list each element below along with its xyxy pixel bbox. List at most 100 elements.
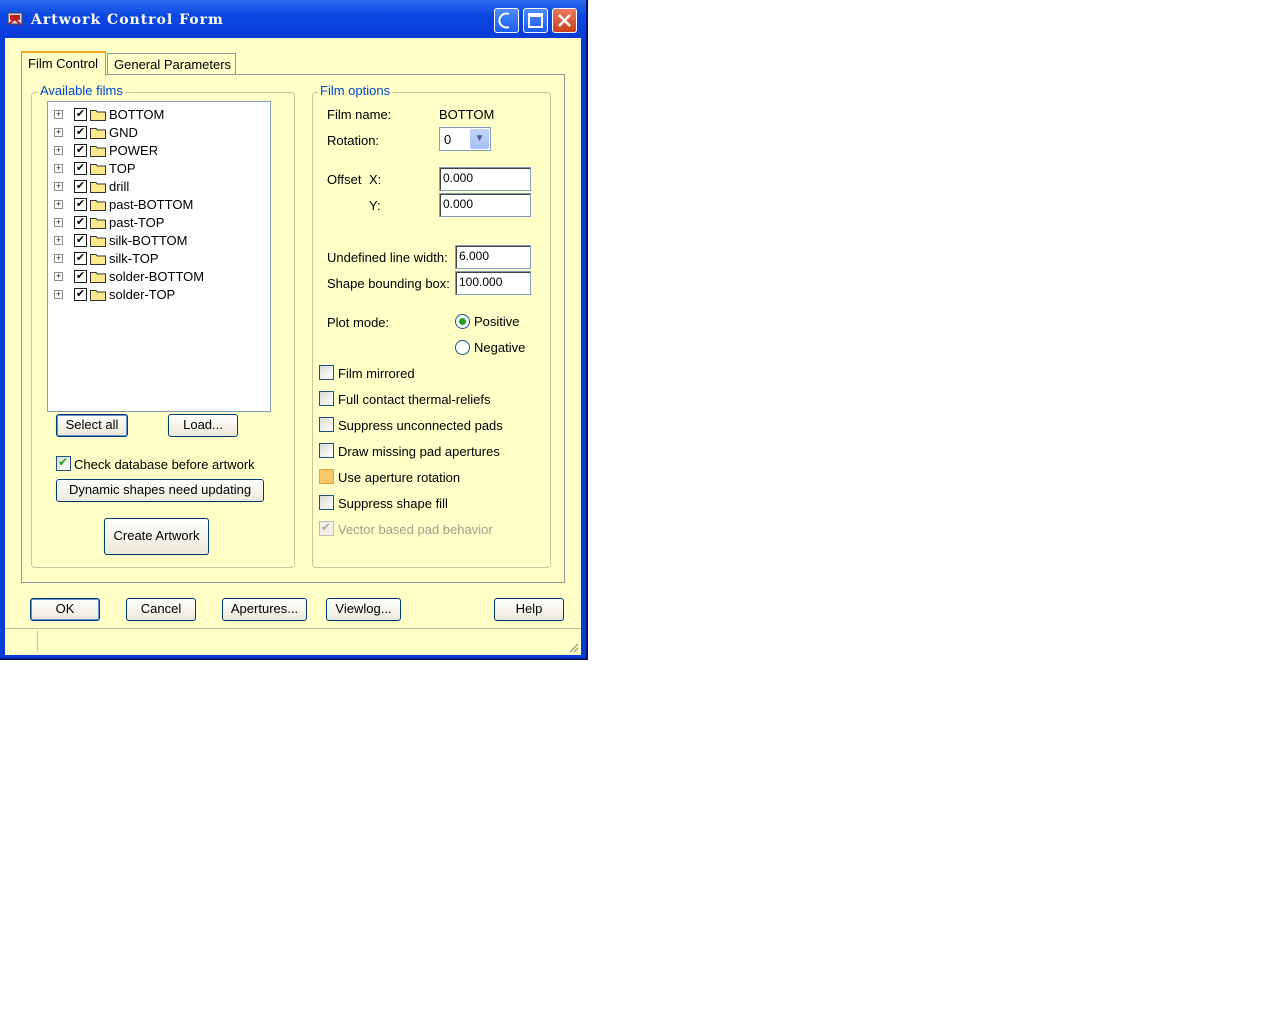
close-icon — [558, 14, 571, 27]
cancel-button[interactable]: Cancel — [126, 598, 196, 621]
film-checkbox[interactable]: ✔ — [74, 216, 87, 229]
negative-radio[interactable] — [455, 340, 470, 355]
rotation-select[interactable]: 0 ▼ — [439, 127, 491, 151]
expand-icon[interactable]: + — [54, 182, 63, 191]
film-checkbox[interactable]: ✔ — [74, 108, 87, 121]
rotation-label: Rotation: — [327, 133, 380, 148]
films-tree[interactable]: + ✔ BOTTOM + ✔ GND + ✔ POWER + ✔ TOP + ✔… — [47, 101, 271, 412]
film-checkbox[interactable]: ✔ — [74, 288, 87, 301]
film-name: past-BOTTOM — [109, 197, 194, 212]
undefined-line-width-input[interactable]: 6.000 — [455, 245, 531, 269]
use-aperture-rotation-checkbox[interactable] — [319, 469, 334, 484]
maximize-icon — [528, 13, 543, 28]
undefined-line-width-label: Undefined line width: — [327, 250, 448, 265]
suppress-shape-fill-checkbox[interactable] — [319, 495, 334, 510]
tree-item-film[interactable]: + ✔ past-TOP — [48, 214, 268, 232]
tree-item-film[interactable]: + ✔ BOTTOM — [48, 106, 268, 124]
select-all-button[interactable]: Select all — [56, 414, 128, 437]
folder-icon — [90, 182, 106, 193]
load-button[interactable]: Load... — [168, 414, 238, 437]
film-mirrored-checkbox[interactable] — [319, 365, 334, 380]
film-checkbox[interactable]: ✔ — [74, 144, 87, 157]
tab-film-control[interactable]: Film Control — [21, 51, 106, 76]
expand-icon[interactable]: + — [54, 200, 63, 209]
film-name: GND — [109, 125, 138, 140]
tree-item-film[interactable]: + ✔ silk-BOTTOM — [48, 232, 268, 250]
dialog-client-area: Film Control General Parameters Availabl… — [5, 38, 581, 655]
offset-y-label: Y: — [369, 198, 381, 213]
close-button[interactable] — [552, 8, 577, 33]
check-database-checkbox[interactable] — [56, 455, 71, 471]
tab-general-parameters[interactable]: General Parameters — [107, 53, 236, 75]
available-films-legend: Available films — [38, 83, 125, 98]
expand-icon[interactable]: + — [54, 254, 63, 263]
dynamic-shapes-button[interactable]: Dynamic shapes need updating — [56, 479, 264, 502]
tree-item-film[interactable]: + ✔ silk-TOP — [48, 250, 268, 268]
plot-mode-label: Plot mode: — [327, 315, 390, 330]
expand-icon[interactable]: + — [54, 110, 63, 119]
expand-icon[interactable]: + — [54, 146, 63, 155]
suppress-unconnected-pads-checkbox[interactable] — [319, 417, 334, 432]
help-button[interactable]: Help — [494, 598, 564, 621]
tree-item-film[interactable]: + ✔ GND — [48, 124, 268, 142]
film-name: BOTTOM — [109, 107, 165, 122]
expand-icon[interactable]: + — [54, 164, 63, 173]
folder-icon — [90, 218, 106, 229]
tree-item-film[interactable]: + ✔ past-BOTTOM — [48, 196, 268, 214]
draw-missing-pad-apertures-checkbox[interactable] — [319, 443, 334, 458]
film-checkbox[interactable]: ✔ — [74, 198, 87, 211]
full-contact-thermal-reliefs-label: Full contact thermal-reliefs — [338, 392, 491, 407]
expand-icon[interactable]: + — [54, 272, 63, 281]
suppress-unconnected-pads-label: Suppress unconnected pads — [338, 418, 503, 433]
status-bar — [5, 628, 581, 655]
full-contact-thermal-reliefs-checkbox[interactable] — [319, 391, 334, 406]
film-name: TOP — [109, 161, 136, 176]
film-checkbox[interactable]: ✔ — [74, 180, 87, 193]
use-aperture-rotation-label: Use aperture rotation — [338, 470, 461, 485]
positive-radio[interactable] — [455, 314, 470, 329]
film-name-label: Film name: — [327, 107, 392, 122]
title-bar[interactable]: Artwork Control Form — [0, 0, 586, 38]
shape-bounding-box-label: Shape bounding box: — [327, 276, 450, 291]
tree-item-film[interactable]: + ✔ solder-BOTTOM — [48, 268, 268, 286]
check-database-label: Check database before artwork — [74, 457, 255, 472]
folder-icon — [90, 110, 106, 121]
window-title: Artwork Control Form — [31, 12, 224, 28]
expand-icon[interactable]: + — [54, 218, 63, 227]
film-checkbox[interactable]: ✔ — [74, 126, 87, 139]
film-checkbox[interactable]: ✔ — [74, 234, 87, 247]
vector-based-pad-behavior-checkbox — [319, 520, 334, 536]
film-checkbox[interactable]: ✔ — [74, 162, 87, 175]
expand-icon[interactable]: + — [54, 236, 63, 245]
tree-item-film[interactable]: + ✔ POWER — [48, 142, 268, 160]
film-checkbox[interactable]: ✔ — [74, 252, 87, 265]
shape-bounding-box-input[interactable]: 100.000 — [455, 271, 531, 295]
film-name-value: BOTTOM — [439, 107, 495, 122]
ok-button[interactable]: OK — [30, 598, 100, 621]
rotation-value: 0 — [444, 132, 452, 147]
app-icon — [7, 12, 23, 26]
tree-item-film[interactable]: + ✔ solder-TOP — [48, 286, 268, 304]
artwork-control-window: Artwork Control Form Film Control Genera… — [0, 0, 588, 660]
minimize-button[interactable] — [494, 8, 519, 33]
tab-label: General Parameters — [114, 57, 232, 72]
offset-y-input[interactable]: 0.000 — [439, 193, 531, 217]
viewlog-button[interactable]: Viewlog... — [326, 598, 401, 621]
resize-grip-icon[interactable] — [567, 641, 579, 653]
expand-icon[interactable]: + — [54, 128, 63, 137]
apertures-button[interactable]: Apertures... — [222, 598, 307, 621]
offset-x-input[interactable]: 0.000 — [439, 167, 531, 191]
positive-label: Positive — [474, 314, 520, 329]
chevron-down-icon[interactable]: ▼ — [470, 129, 489, 149]
folder-icon — [90, 254, 106, 265]
create-artwork-button[interactable]: Create Artwork — [104, 518, 209, 555]
film-checkbox[interactable]: ✔ — [74, 270, 87, 283]
film-options-legend: Film options — [318, 83, 393, 98]
folder-icon — [90, 146, 106, 157]
tree-item-film[interactable]: + ✔ TOP — [48, 160, 268, 178]
tab-label: Film Control — [28, 56, 99, 71]
maximize-button[interactable] — [523, 8, 548, 33]
tree-item-film[interactable]: + ✔ drill — [48, 178, 268, 196]
expand-icon[interactable]: + — [54, 290, 63, 299]
film-name: drill — [109, 179, 130, 194]
